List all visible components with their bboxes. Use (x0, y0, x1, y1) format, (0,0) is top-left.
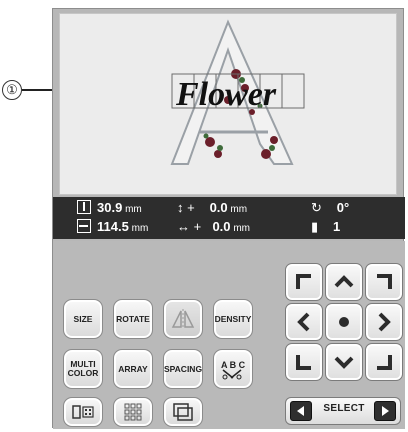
preview-text: Flower (175, 76, 277, 113)
corner-bottom-left-icon (296, 355, 311, 370)
move-up-button[interactable] (325, 263, 363, 301)
corner-top-left-icon (296, 274, 311, 289)
grid-button[interactable] (113, 397, 153, 427)
move-down-right-button[interactable] (365, 343, 403, 381)
thread-spool-icon: ▮ (311, 219, 319, 234)
check-spelling-button[interactable]: A B C (213, 349, 253, 389)
thread-list-button[interactable] (63, 397, 103, 427)
select-label: SELECT (323, 403, 365, 414)
multi-color-button[interactable]: MULTI COLOR (63, 349, 103, 389)
edit-panel: SIZE ROTATE DENSITY MULTI COLOR ARRAY SPA… (53, 241, 405, 429)
move-left-button[interactable] (285, 303, 323, 341)
width-icon (77, 219, 91, 233)
thread-spool-icon (72, 405, 94, 419)
width-readout: 114.5 mm (77, 218, 148, 238)
select-bar: SELECT (285, 397, 401, 425)
info-bar: 30.9 mm ↕ + 0.0 mm ↻ 0° 114.5 mm ↔ + 0.0… (53, 197, 405, 239)
move-up-right-button[interactable] (365, 263, 403, 301)
callout-number: ① (2, 80, 22, 100)
arrow-up-icon (334, 275, 354, 288)
multi-color-label-line2: COLOR (67, 368, 99, 378)
spacing-button[interactable]: SPACING (163, 349, 203, 389)
border-button[interactable] (163, 397, 203, 427)
center-dot-icon (339, 317, 349, 327)
pattern-preview[interactable]: Flower (59, 13, 397, 195)
offset-y-readout: ↕ + 0.0 mm (177, 200, 248, 215)
move-right-button[interactable] (365, 303, 403, 341)
check-spelling-icon: A B C (221, 360, 246, 380)
arrow-right-icon (378, 312, 391, 332)
rotation-readout: ↻ 0° (311, 200, 350, 215)
arrow-right-icon (382, 406, 389, 416)
height-readout: 30.9 mm (77, 199, 142, 219)
border-icon (173, 403, 193, 421)
corner-bottom-right-icon (377, 355, 392, 370)
move-down-button[interactable] (325, 343, 363, 381)
move-up-left-button[interactable] (285, 263, 323, 301)
corner-top-right-icon (377, 274, 392, 289)
size-button[interactable]: SIZE (63, 299, 103, 339)
select-previous-button[interactable] (290, 401, 312, 421)
array-button[interactable]: ARRAY (113, 349, 153, 389)
move-vertical-icon: ↕ + (177, 200, 195, 215)
move-horizontal-icon: ↔ + (177, 219, 202, 234)
density-button[interactable]: DENSITY (213, 299, 253, 339)
select-next-button[interactable] (374, 401, 396, 421)
mirror-icon (171, 309, 195, 329)
flower-pattern-graphic: Flower (170, 19, 305, 165)
offset-x-readout: ↔ + 0.0 mm (177, 219, 250, 234)
height-icon (77, 200, 91, 214)
rotate-icon: ↻ (311, 200, 322, 215)
embroidery-screen: Flower 30.9 mm ↕ + 0.0 mm ↻ 0° 114.5 mm … (52, 8, 405, 429)
move-down-left-button[interactable] (285, 343, 323, 381)
svg-text:A B C: A B C (221, 360, 246, 370)
thread-count-readout: ▮ 1 (311, 219, 341, 234)
mirror-button[interactable] (163, 299, 203, 339)
arrow-left-icon (297, 312, 310, 332)
arrow-down-icon (334, 356, 354, 369)
center-button[interactable] (325, 303, 363, 341)
rotate-button[interactable]: ROTATE (113, 299, 153, 339)
arrow-left-icon (297, 406, 304, 416)
grid-icon (124, 403, 142, 421)
